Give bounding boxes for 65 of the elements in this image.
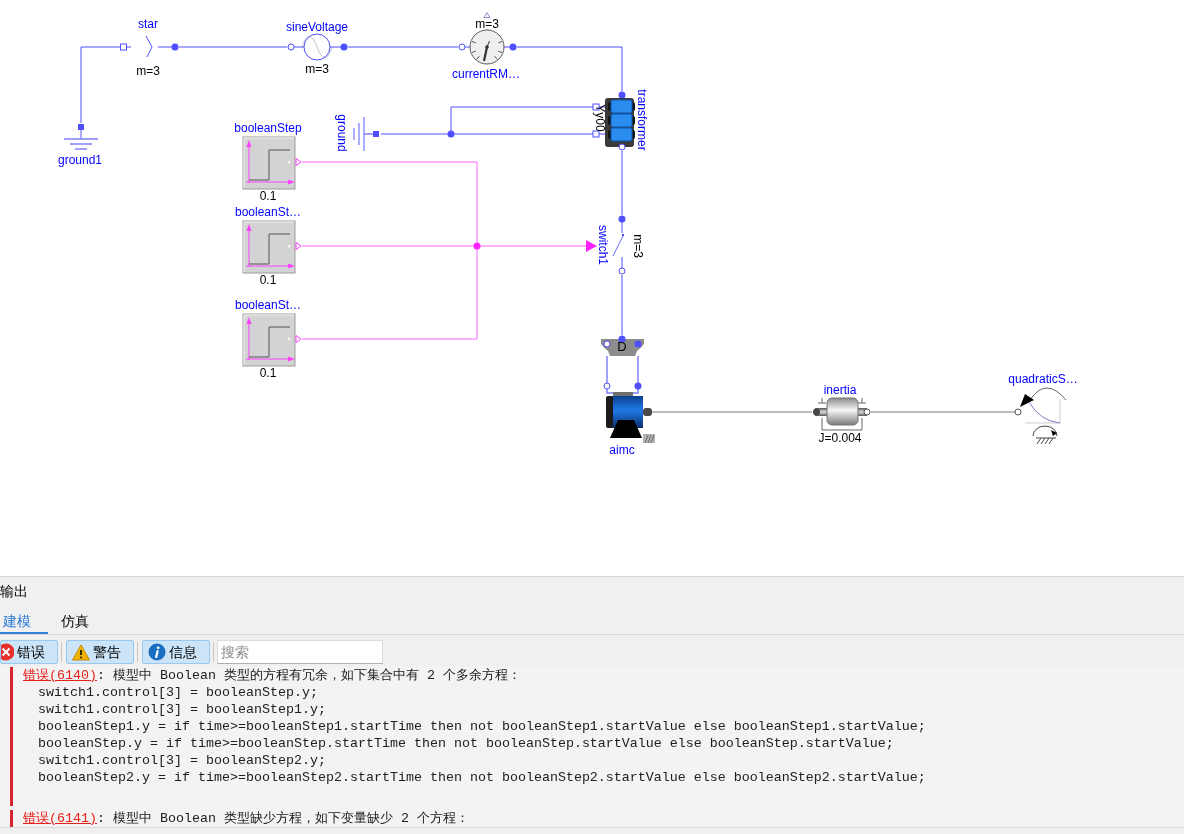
inertia-icon (812, 396, 871, 432)
component-label: inertia (823, 384, 857, 396)
step-block-icon (242, 136, 302, 190)
error-code-link[interactable]: 错误(6141) (23, 811, 97, 826)
severity-bar (10, 810, 13, 827)
component-label: booleanSt… (235, 206, 301, 218)
component-label: transformer (636, 89, 648, 151)
component-label: booleanSt… (235, 299, 301, 311)
meter-icon (458, 29, 517, 65)
code-line: switch1.control[3] = booleanStep2.y; (38, 752, 326, 769)
component-label: currentRM… (452, 68, 520, 80)
ground-icon (352, 116, 380, 152)
error-message: 错误(6141): 模型中 Boolean 类型缺少方程，如下变量缺少 2 个方程： (23, 810, 469, 827)
parameter-label: m=3 (136, 65, 160, 77)
component-label: quadraticS… (1008, 373, 1078, 385)
sine-source-icon (287, 33, 348, 62)
junction-dot-icon (447, 130, 455, 138)
step-block-icon (242, 220, 302, 274)
ground-icon (63, 123, 99, 151)
code-line: booleanStep.y = if time>=booleanStep.startTime then not booleanStep.startValue else booleanStep.startValue; (38, 735, 894, 752)
port-triangle-icon (483, 12, 491, 18)
motor-icon (603, 382, 656, 444)
switch-icon (612, 214, 627, 276)
code-line: switch1.control[3] = booleanStep1.y; (38, 701, 326, 718)
step-block-icon (242, 313, 302, 367)
component-label: ground (336, 114, 348, 152)
tab[interactable]: 仿真 (48, 604, 106, 634)
warning-icon (72, 643, 90, 661)
parameter-label: 0.1 (259, 274, 277, 286)
component-label: aimc (609, 444, 635, 456)
info-icon (148, 643, 166, 661)
component-label: booleanStep (234, 122, 302, 134)
electric-wire (637, 355, 639, 384)
parameter-label: m=3 (632, 234, 644, 258)
component-label: sineVoltage (285, 21, 349, 33)
error-filter-button[interactable]: 错误 (0, 640, 58, 664)
component-label: star (138, 18, 158, 30)
code-line: booleanStep1.y = if time>=booleanStep1.startTime then not booleanStep1.startValue else booleanStep1.startValue; (38, 718, 926, 735)
error-message: 错误(6140): 模型中 Boolean 类型的方程有冗余，如下集合中有 2 个多余方程： (23, 667, 521, 684)
star-point-icon (119, 34, 179, 60)
terminal-label: D (617, 341, 627, 353)
parameter-label: m=3 (475, 18, 499, 30)
parameter-label: 0.1 (259, 367, 277, 379)
electric-wire (606, 355, 608, 384)
parameter-label: m=3 (305, 63, 329, 75)
component-label: switch1 (597, 225, 609, 265)
tab[interactable]: 建模 (0, 604, 48, 634)
parameter-label: J=0.004 (818, 432, 862, 444)
input-arrow-icon (586, 240, 597, 252)
code-line: switch1.control[3] = booleanStep.y; (38, 684, 318, 701)
electric-wire (621, 274, 623, 336)
panel-title: 输出 (0, 581, 28, 600)
search-field[interactable]: 搜索 (217, 640, 383, 664)
warning-filter-button[interactable]: 警告 (66, 640, 134, 664)
terminal-box-icon (599, 335, 646, 357)
error-icon (1, 643, 14, 661)
parameter-label: 0.1 (259, 190, 277, 202)
parameter-label: Yy00 (594, 104, 606, 132)
electric-wire (621, 150, 623, 216)
code-line: booleanStep2.y = if time>=booleanStep2.startTime then not booleanStep2.startValue else booleanStep2.startValue; (38, 769, 926, 786)
junction-dot-icon (473, 242, 481, 250)
error-code-link[interactable]: 错误(6140) (23, 668, 97, 683)
info-filter-button[interactable]: 信息 (142, 640, 210, 664)
component-label: ground1 (58, 154, 102, 166)
transformer-icon (591, 90, 635, 151)
